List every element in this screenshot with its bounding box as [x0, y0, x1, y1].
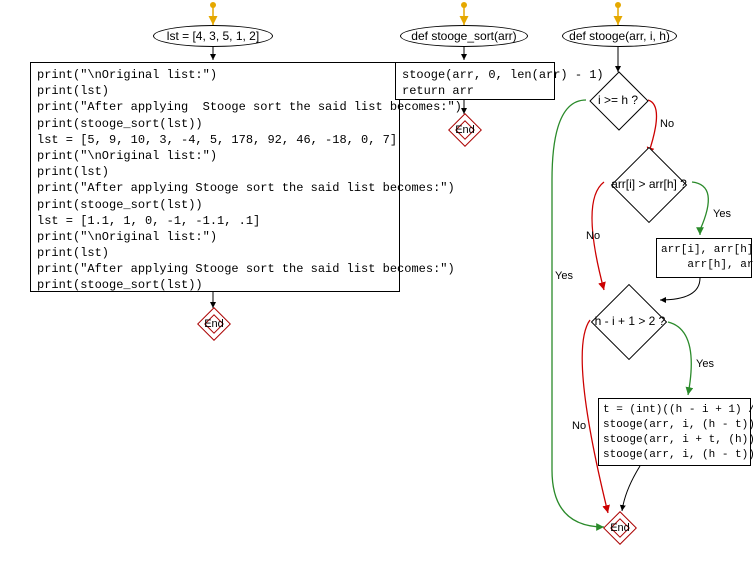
- start-node-stooge: def stooge(arr, i, h): [562, 25, 677, 47]
- start-node-stooge-sort: def stooge_sort(arr): [400, 25, 528, 47]
- recurse-block: t = (int)((h - i + 1) / 3) stooge(arr, i…: [598, 398, 751, 466]
- swap-block-text: arr[i], arr[h] = arr[h], arr[i]: [661, 244, 753, 271]
- recurse-block-text: t = (int)((h - i + 1) / 3) stooge(arr, i…: [603, 404, 753, 461]
- start-node-main-label: lst = [4, 3, 5, 1, 2]: [167, 29, 259, 43]
- code-block-main-text: print("\nOriginal list:") print(lst) pri…: [37, 68, 462, 292]
- edge-d3-yes: Yes: [696, 358, 714, 370]
- start-node-stooge-label: def stooge(arr, i, h): [569, 29, 670, 43]
- start-node-main: lst = [4, 3, 5, 1, 2]: [153, 25, 273, 47]
- entry-dot-3: [615, 2, 621, 8]
- edge-d1-yes: Yes: [555, 270, 573, 282]
- entry-dot-2: [461, 2, 467, 8]
- code-block-main: print("\nOriginal list:") print(lst) pri…: [30, 62, 400, 292]
- start-node-stooge-sort-label: def stooge_sort(arr): [411, 29, 516, 43]
- edge-d2-yes: Yes: [713, 208, 731, 220]
- end-label-stooge: End: [610, 522, 630, 534]
- end-label-main: End: [204, 318, 224, 330]
- edge-d1-no: No: [660, 118, 674, 130]
- entry-dot-1: [210, 2, 216, 8]
- end-label-stooge-sort: End: [455, 124, 475, 136]
- edge-d2-no: No: [586, 230, 600, 242]
- code-block-stooge-sort: stooge(arr, 0, len(arr) - 1) return arr: [395, 62, 555, 100]
- flowchart-canvas: lst = [4, 3, 5, 1, 2] print("\nOriginal …: [0, 0, 753, 569]
- swap-block: arr[i], arr[h] = arr[h], arr[i]: [656, 238, 752, 278]
- edge-d3-no: No: [572, 420, 586, 432]
